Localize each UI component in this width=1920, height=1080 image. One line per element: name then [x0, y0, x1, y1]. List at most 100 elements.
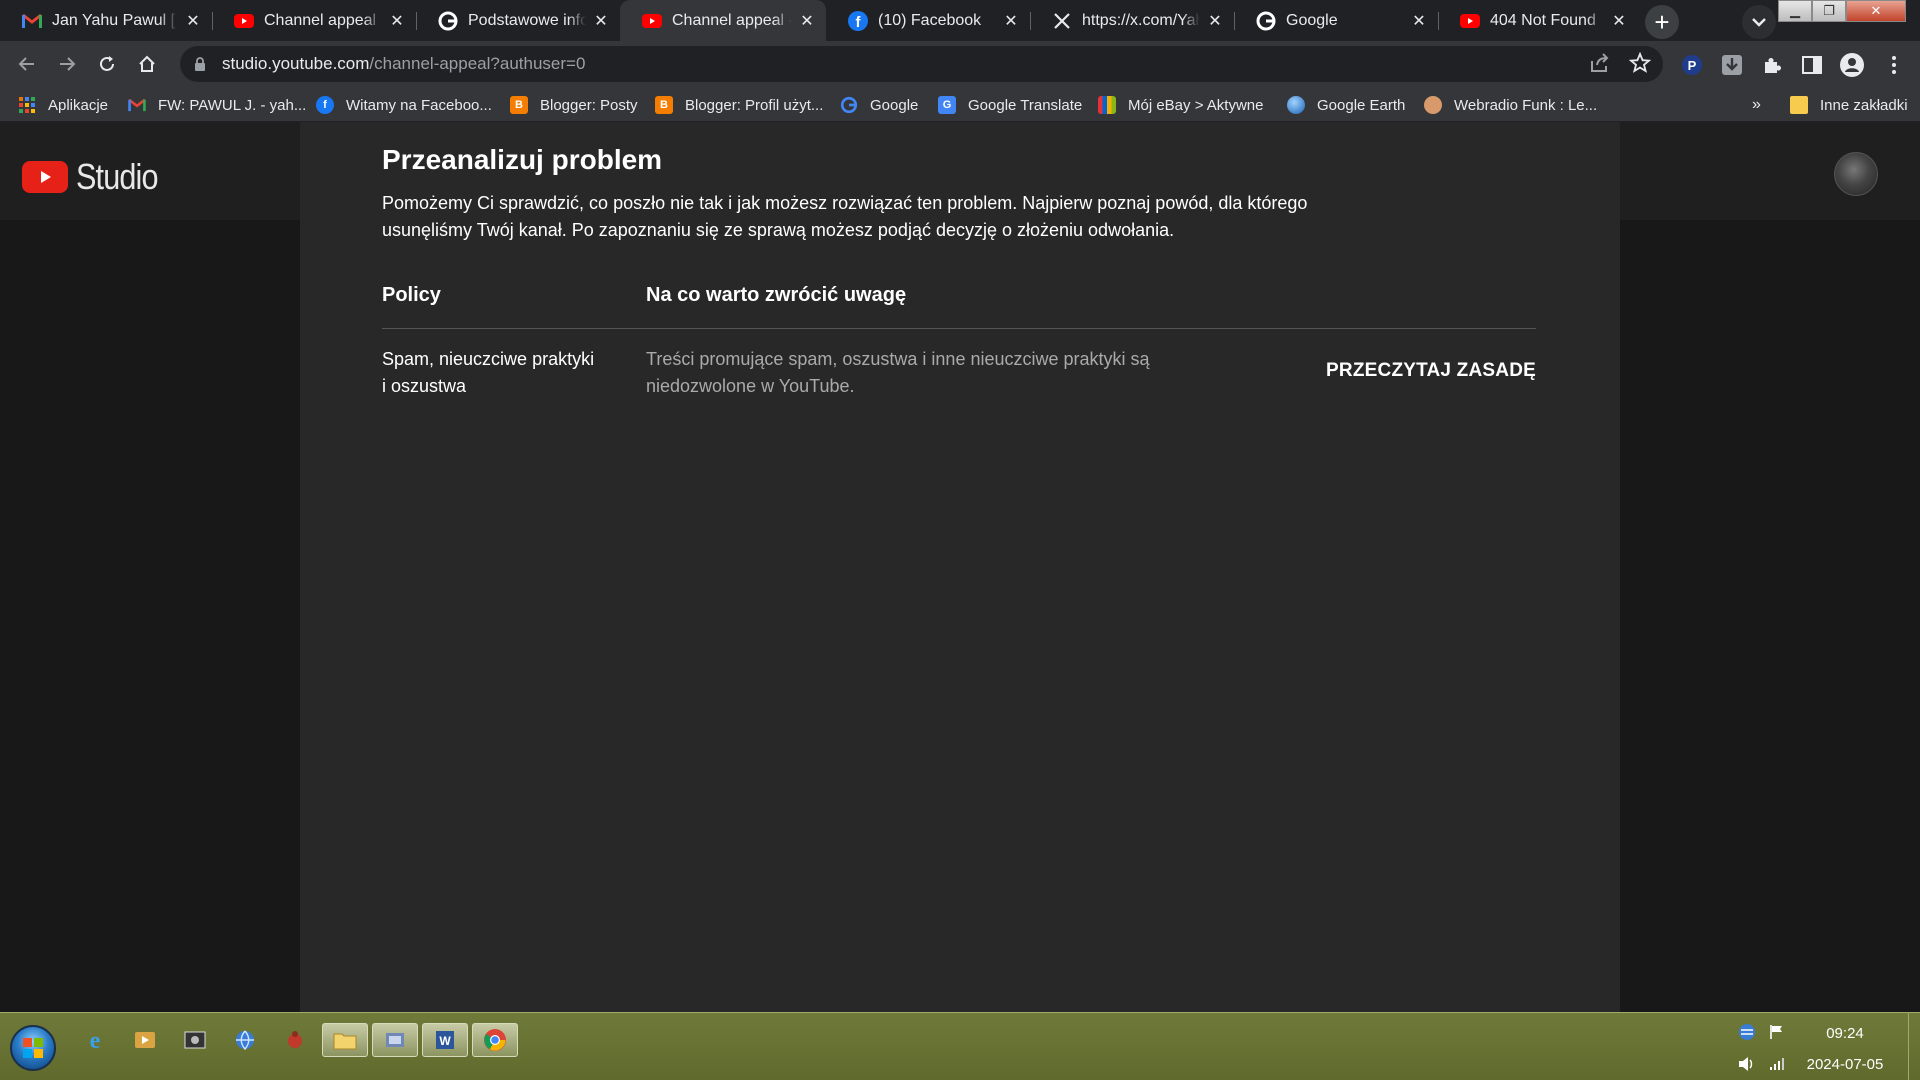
start-button[interactable]	[10, 1025, 56, 1071]
translate-icon: G	[938, 96, 956, 114]
close-tab-icon[interactable]: ✕	[1206, 12, 1224, 30]
close-tab-icon[interactable]: ✕	[184, 12, 202, 30]
tab-x[interactable]: https://x.com/Yahu ✕	[1030, 0, 1234, 41]
bookmark-blogger-profile[interactable]: B Blogger: Profil użyt...	[655, 88, 823, 122]
tab-channel-appeal-active[interactable]: Channel appeal - YouTube ✕	[620, 0, 826, 41]
bookmark-translate[interactable]: G Google Translate	[938, 88, 1082, 122]
restore-button[interactable]: ❐	[1812, 0, 1846, 22]
language-bar-icon[interactable]	[1736, 1021, 1758, 1043]
network-signal-icon[interactable]	[1766, 1053, 1788, 1075]
back-button[interactable]	[12, 49, 42, 79]
bookmarks-overflow-button[interactable]: »	[1752, 88, 1761, 122]
tab-google-info[interactable]: Podstawowe informacje ✕	[416, 0, 620, 41]
close-tab-icon[interactable]: ✕	[1410, 12, 1428, 30]
bookmark-label: Witamy na Faceboo...	[346, 96, 492, 114]
tab-title: Jan Yahu Pawul [ yahu	[52, 11, 178, 29]
tab-facebook[interactable]: f (10) Facebook ✕	[826, 0, 1030, 41]
bookmark-apps[interactable]: Aplikacje	[18, 88, 108, 122]
chevron-down-icon	[1752, 18, 1766, 27]
tab-title: Channel appeal - YouTube	[264, 11, 382, 29]
url-text: studio.youtube.com/channel-appeal?authus…	[222, 54, 585, 74]
download-icon[interactable]	[1718, 51, 1746, 79]
google-icon	[438, 11, 458, 31]
home-button[interactable]	[132, 49, 162, 79]
apps-grid-icon	[18, 96, 36, 114]
other-bookmarks-label: Inne zakładki	[1820, 96, 1908, 114]
photo-viewer-icon[interactable]	[172, 1023, 218, 1057]
reload-button[interactable]	[92, 49, 122, 79]
bookmark-label: Mój eBay > Aktywne	[1128, 96, 1264, 114]
bookmark-gmail[interactable]: FW: PAWUL J. - yah...	[128, 88, 306, 122]
word-icon[interactable]: W	[422, 1023, 468, 1057]
other-bookmarks-folder[interactable]: Inne zakładki	[1790, 88, 1908, 122]
earth-icon	[1287, 96, 1305, 114]
tab-title: Channel appeal - YouTube	[672, 11, 792, 29]
side-panel-icon[interactable]	[1798, 51, 1826, 79]
svg-text:P: P	[1688, 58, 1697, 73]
bookmark-facebook[interactable]: f Witamy na Faceboo...	[316, 88, 492, 122]
tab-gmail[interactable]: Jan Yahu Pawul [ yahu ✕	[0, 0, 212, 41]
close-window-button[interactable]: ✕	[1846, 0, 1906, 22]
bookmark-webradio[interactable]: Webradio Funk : Le...	[1424, 88, 1597, 122]
volume-icon[interactable]	[1736, 1053, 1758, 1075]
internet-explorer-icon[interactable]: e	[72, 1023, 118, 1057]
clock-time: 09:24	[1826, 1025, 1864, 1042]
share-icon[interactable]	[1589, 53, 1611, 78]
lock-icon[interactable]	[190, 56, 210, 72]
bookmark-ebay[interactable]: Mój eBay > Aktywne	[1098, 88, 1263, 122]
bookmark-google-earth[interactable]: Google Earth	[1287, 88, 1405, 122]
ebay-icon	[1098, 96, 1116, 114]
control-panel-icon[interactable]	[372, 1023, 418, 1057]
profile-icon[interactable]	[1838, 51, 1866, 79]
read-policy-button[interactable]: PRZECZYTAJ ZASADĘ	[1326, 360, 1536, 382]
action-center-flag-icon[interactable]	[1766, 1021, 1788, 1043]
close-tab-icon[interactable]: ✕	[798, 12, 816, 30]
password-extension-icon[interactable]: P	[1678, 51, 1706, 79]
folder-icon	[1790, 96, 1808, 114]
studio-page: Studio Przeanalizuj problem Pomożemy Ci …	[0, 122, 1920, 1012]
show-desktop-button[interactable]	[1908, 1013, 1920, 1080]
bookmark-label: Blogger: Posty	[540, 96, 638, 114]
home-icon	[139, 55, 155, 72]
chrome-icon[interactable]	[472, 1023, 518, 1057]
kebab-menu-icon[interactable]	[1880, 51, 1908, 79]
close-tab-icon[interactable]: ✕	[592, 12, 610, 30]
media-player-icon[interactable]	[122, 1023, 168, 1057]
tab-404[interactable]: 404 Not Found ✕	[1438, 0, 1638, 41]
windows-logo-icon	[23, 1038, 43, 1058]
file-explorer-icon[interactable]	[322, 1023, 368, 1057]
policy-name: Spam, nieuczciwe praktyki i oszustwa	[382, 349, 595, 396]
url-host: studio.youtube.com	[222, 54, 370, 73]
tab-title: https://x.com/Yahu	[1082, 11, 1200, 29]
youtube-play-icon	[22, 161, 68, 193]
tab-title: Podstawowe informacje	[468, 11, 586, 29]
minimize-button[interactable]: ▁	[1778, 0, 1812, 22]
windows-taskbar: e W 09:24 2024-07-05	[0, 1012, 1920, 1080]
close-tab-icon[interactable]: ✕	[1610, 12, 1628, 30]
close-tab-icon[interactable]: ✕	[1002, 12, 1020, 30]
bookmark-label: Google	[870, 96, 919, 114]
close-tab-icon[interactable]: ✕	[388, 12, 406, 30]
game-bug-icon[interactable]	[272, 1023, 318, 1057]
bookmark-star-icon[interactable]	[1628, 51, 1652, 79]
url-path: /channel-appeal?authuser=0	[369, 54, 586, 73]
address-bar[interactable]: studio.youtube.com/channel-appeal?authus…	[180, 46, 1663, 82]
bookmark-google[interactable]: Google	[840, 88, 918, 122]
bookmark-blogger-posts[interactable]: B Blogger: Posty	[510, 88, 638, 122]
google-icon	[1256, 11, 1276, 31]
extensions-puzzle-icon[interactable]	[1758, 51, 1786, 79]
arrow-right-icon	[60, 57, 76, 71]
bookmark-label: FW: PAWUL J. - yah...	[158, 96, 307, 114]
tab-search-button[interactable]	[1742, 5, 1776, 39]
system-clock[interactable]: 09:24 2024-07-05	[1790, 1013, 1900, 1073]
new-tab-button[interactable]: +	[1645, 5, 1679, 39]
account-avatar[interactable]	[1834, 152, 1878, 196]
forward-button[interactable]	[52, 49, 82, 79]
network-globe-icon[interactable]	[222, 1023, 268, 1057]
youtube-studio-logo[interactable]: Studio	[22, 156, 172, 198]
intro-text: Pomożemy Ci sprawdzić, co poszło nie tak…	[382, 193, 1308, 240]
tab-google[interactable]: Google ✕	[1234, 0, 1438, 41]
bookmark-label: Google Earth	[1317, 96, 1406, 114]
tab-channel-appeal[interactable]: Channel appeal - YouTube ✕	[212, 0, 416, 41]
youtube-icon	[234, 11, 254, 31]
